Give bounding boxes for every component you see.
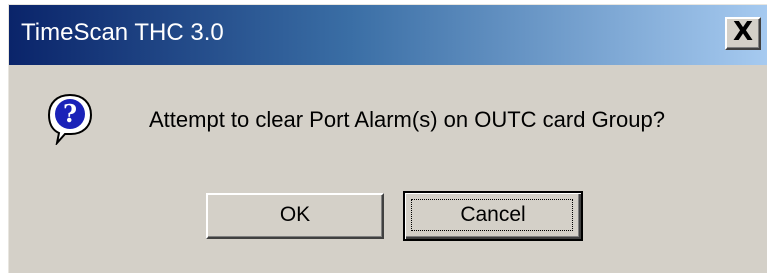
title-bar[interactable]: TimeScan THC 3.0 X (9, 5, 767, 65)
window-title: TimeScan THC 3.0 (21, 19, 224, 46)
ok-button-label: OK (279, 203, 311, 226)
close-button[interactable]: X (725, 17, 761, 50)
ok-button[interactable]: OK (206, 193, 384, 239)
question-icon: ? (47, 93, 93, 145)
close-icon: X (732, 17, 754, 47)
cancel-button[interactable]: Cancel (403, 191, 583, 241)
message-dialog: TimeScan THC 3.0 X ? Attempt to clear Po… (8, 4, 767, 273)
cancel-button-label: Cancel (460, 203, 526, 226)
svg-text:?: ? (63, 99, 77, 128)
dialog-message: Attempt to clear Port Alarm(s) on OUTC c… (149, 107, 665, 132)
